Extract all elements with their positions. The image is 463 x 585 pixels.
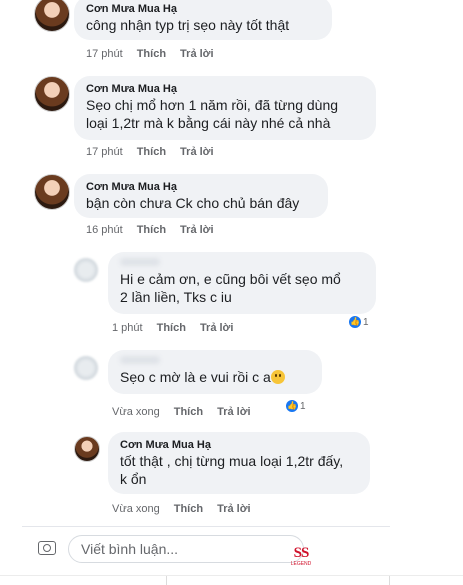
divider-tick <box>166 576 167 585</box>
watermark-subtext: LEGEND <box>290 561 312 567</box>
divider-tick <box>389 576 390 585</box>
reply-button[interactable]: Trả lời <box>180 47 214 61</box>
reply-button[interactable]: Trả lời <box>217 405 251 419</box>
like-button[interactable]: Thích <box>174 405 203 419</box>
comment-feed: Cơn Mưa Mua Hạ công nhận typ trị sẹo này… <box>22 0 390 585</box>
avatar[interactable] <box>34 174 70 210</box>
commenter-name[interactable]: Cơn Mưa Mua Hạ <box>86 82 364 96</box>
reply-button[interactable]: Trả lời <box>180 145 214 159</box>
reply-button[interactable]: Trả lời <box>217 502 251 516</box>
comment-time: Vừa xong <box>112 406 160 418</box>
comment-actions: Vừa xong Thích Trả lời <box>112 405 251 419</box>
commenter-name[interactable] <box>120 258 160 266</box>
comment-actions: Vừa xong Thích Trả lời <box>112 502 251 516</box>
like-button[interactable]: Thích <box>137 145 166 159</box>
comment-text-body: Sẹo c mờ là e vui rồi c a <box>120 369 271 385</box>
reaction-number: 1 <box>363 316 369 328</box>
commenter-name[interactable] <box>120 356 160 364</box>
reply-button[interactable]: Trả lời <box>180 223 214 237</box>
commenter-name[interactable]: Cơn Mưa Mua Hạ <box>86 180 316 194</box>
avatar[interactable] <box>74 436 100 462</box>
smile-emoji-icon <box>270 370 285 384</box>
avatar[interactable] <box>74 258 98 282</box>
comment-bubble: Cơn Mưa Mua Hạ tốt thật , chị từng mua l… <box>108 432 370 494</box>
comment-bubble: Cơn Mưa Mua Hạ bận còn chưa Ck cho chủ b… <box>74 174 328 218</box>
comment-time: 1 phút <box>112 322 143 334</box>
reaction-count[interactable]: 👍 1 <box>349 316 369 328</box>
comment-bubble: Hi e cảm ơn, e cũng bôi vết sẹo mổ 2 lần… <box>108 252 376 314</box>
comment-text: công nhận typ trị sẹo này tốt thật <box>86 17 290 33</box>
comment-text: Hi e cảm ơn, e cũng bôi vết sẹo mổ 2 lần… <box>120 271 341 305</box>
watermark-logo: SS LEGEND <box>287 546 315 572</box>
comment-text: bận còn chưa Ck cho chủ bán đây <box>86 195 300 211</box>
like-reaction-icon: 👍 <box>286 400 298 412</box>
comment-bubble: Cơn Mưa Mua Hạ Sẹo chị mổ hơn 1 năm rồi,… <box>74 76 376 140</box>
comment-time: 16 phút <box>86 224 123 236</box>
comment-composer: Viết bình luận... <box>22 526 390 571</box>
avatar[interactable] <box>34 0 70 32</box>
commenter-name[interactable]: Cơn Mưa Mua Hạ <box>86 2 320 16</box>
camera-icon[interactable] <box>38 541 56 555</box>
comment-text: Sẹo c mờ là e vui rồi c a <box>120 368 310 386</box>
comment-actions: 17 phút Thích Trả lời <box>86 47 214 61</box>
comment-input[interactable]: Viết bình luận... <box>68 535 304 563</box>
avatar[interactable] <box>34 76 70 112</box>
comment-actions: 1 phút Thích Trả lời <box>112 321 233 335</box>
avatar[interactable] <box>74 356 98 380</box>
comment-actions: 16 phút Thích Trả lời <box>86 223 214 237</box>
like-button[interactable]: Thích <box>137 47 166 61</box>
commenter-name[interactable]: Cơn Mưa Mua Hạ <box>120 438 358 452</box>
like-button[interactable]: Thích <box>137 223 166 237</box>
bottom-divider <box>0 575 463 576</box>
like-button[interactable]: Thích <box>157 321 186 335</box>
comment-time: 17 phút <box>86 146 123 158</box>
reaction-count[interactable]: 👍 1 <box>286 400 306 412</box>
comment-time: Vừa xong <box>112 503 160 515</box>
reaction-number: 1 <box>300 400 306 412</box>
watermark-text: SS <box>293 545 310 561</box>
comment-bubble: Sẹo c mờ là e vui rồi c a <box>108 350 322 394</box>
comment-actions: 17 phút Thích Trả lời <box>86 145 214 159</box>
comment-time: 17 phút <box>86 48 123 60</box>
reply-button[interactable]: Trả lời <box>200 321 234 335</box>
comment-bubble: Cơn Mưa Mua Hạ công nhận typ trị sẹo này… <box>74 0 332 40</box>
like-reaction-icon: 👍 <box>349 316 361 328</box>
comment-text: tốt thật , chị từng mua loại 1,2tr đấy, … <box>120 453 344 487</box>
comment-text: Sẹo chị mổ hơn 1 năm rồi, đã từng dùng l… <box>86 97 339 131</box>
like-button[interactable]: Thích <box>174 502 203 516</box>
